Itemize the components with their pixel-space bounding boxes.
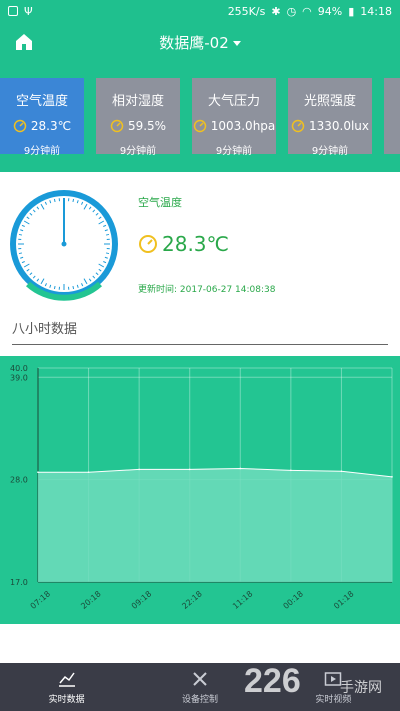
detail-panel: 空气温度 28.3℃ 更新时间: 2017-06-27 14:08:38 (0, 172, 400, 306)
data-point (37, 471, 39, 474)
watermark-number: 226 (244, 662, 301, 700)
dial-tick (72, 198, 75, 203)
watermark-text: 手游网 (340, 680, 382, 696)
detail-updated-time: 更新时间: 2017-06-27 14:08:38 (138, 285, 276, 295)
tools-icon (193, 671, 207, 686)
battery-icon: ▮ (348, 4, 355, 18)
dial-tick (53, 285, 56, 290)
nav-label: 实时数据 (48, 694, 85, 705)
card-time: 9分钟前 (119, 146, 157, 157)
data-point (138, 468, 140, 471)
data-point (391, 476, 393, 478)
card-time: 9分钟前 (311, 146, 349, 157)
x-tick-label: 07:18 (29, 589, 52, 611)
y-tick-label: 17.0 (10, 578, 28, 587)
eight-hour-chart[interactable]: 40.0 39.0 28.0 17.0 07:18 20:18 09:18 22:18 11:1… (0, 356, 400, 624)
dial-tick (18, 233, 23, 236)
gauge-icon (193, 119, 206, 133)
section-title: 八小时数据 (12, 322, 78, 337)
sensor-card-pressure[interactable]: 大气压力 1003.0hpa 9分钟前 (192, 78, 276, 157)
data-point (340, 470, 343, 473)
x-tick-label: 20:18 (79, 589, 102, 611)
detail-label: 空气温度 (138, 196, 182, 209)
dial-tick (105, 252, 110, 255)
dial-tick (105, 233, 110, 236)
data-point (87, 471, 90, 474)
gauge-icon (291, 119, 305, 133)
card-label: 空气温度 (15, 94, 68, 109)
image-notification-icon (8, 6, 18, 16)
x-tick-label: 11:18 (231, 589, 254, 611)
card-value: 1003.0hpa (210, 119, 276, 133)
data-point (239, 467, 242, 470)
site-watermark: 226 手游网 (244, 662, 382, 700)
sensor-card-light[interactable]: 光照强度 1330.0lux 9分钟前 (288, 78, 372, 157)
nav-label: 设备控制 (181, 694, 218, 705)
x-tick-label: 09:18 (130, 589, 153, 611)
caret-down-icon (232, 40, 241, 46)
card-label: 相对湿度 (111, 94, 164, 109)
y-tick-label: 28.0 (10, 476, 28, 485)
card-label: 大气压力 (207, 94, 260, 109)
dial-tick (72, 285, 75, 290)
bluetooth-icon: ✱ (271, 4, 281, 18)
wifi-icon: ◠ (302, 4, 312, 18)
x-tick-label: 00:18 (282, 589, 305, 611)
sensor-card-partial[interactable] (384, 78, 400, 154)
sensor-card-humidity[interactable]: 相对湿度 59.5% 9分钟前 (96, 78, 180, 157)
battery-percent: 94% (317, 4, 343, 18)
nav-item-realtime-data[interactable]: 实时数据 (0, 663, 133, 711)
alarm-icon: ◷ (286, 4, 297, 18)
clock: 14:18 (360, 4, 392, 18)
dial-tick (53, 198, 56, 203)
card-label: 光照强度 (303, 94, 356, 109)
status-bar: Ψ 255K/s ✱ ◷ ◠ 94% ▮ 14:18 (0, 0, 400, 22)
data-point (290, 469, 292, 472)
sensor-card-air-temp[interactable]: 空气温度 28.3℃ 9分钟前 (0, 78, 84, 157)
card-time: 9分钟前 (23, 146, 61, 157)
temperature-dial (10, 190, 118, 301)
gauge-icon (110, 119, 124, 133)
data-point (188, 468, 191, 471)
y-tick-label: 40.0 (10, 364, 28, 373)
line-chart-icon (58, 672, 75, 687)
card-time: 9分钟前 (215, 146, 253, 157)
device-selector[interactable]: 数据鹰-02 (159, 32, 241, 53)
card-value: 1330.0lux (308, 119, 370, 133)
section-divider (12, 344, 388, 345)
area-chart: 40.039.0 28.0 17.007:18 20:18 09:18 22:18 11:1… (10, 364, 393, 611)
usb-icon: Ψ (24, 4, 33, 18)
series-area (38, 468, 392, 582)
gauge-icon (13, 119, 27, 133)
gauge-icon (139, 235, 157, 253)
x-tick-label: 22:18 (180, 589, 203, 611)
card-value: 28.3℃ (30, 119, 72, 133)
card-value: 59.5% (127, 119, 167, 133)
app-bar: 数据鹰-02 (0, 22, 400, 62)
dial-tick (18, 252, 23, 255)
detail-value: 28.3℃ (162, 232, 229, 256)
x-tick-label: 01:18 (332, 589, 355, 611)
sensor-card-strip[interactable]: 空气温度 28.3℃ 9分钟前 相对湿度 59.5% 9分钟前 大气压力 100… (0, 62, 400, 172)
network-speed: 255K/s (227, 4, 266, 18)
home-icon[interactable] (14, 32, 34, 52)
y-tick-label: 39.0 (10, 373, 28, 382)
device-title: 数据鹰-02 (159, 33, 229, 52)
